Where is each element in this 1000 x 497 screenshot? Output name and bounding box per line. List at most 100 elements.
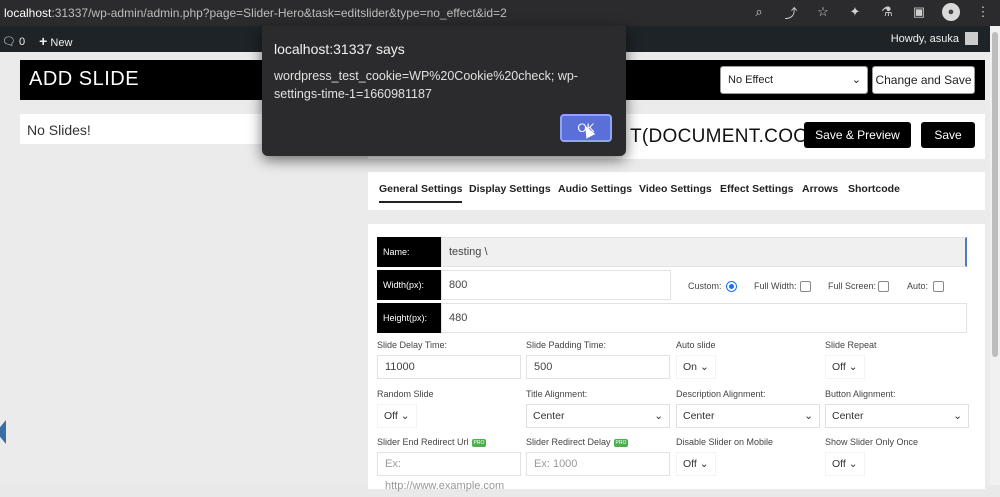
effect-select-value: No Effect xyxy=(728,74,774,86)
dialog-title: localhost:31337 says xyxy=(274,41,405,57)
redirect-delay-placeholder: Ex: 1000 xyxy=(534,458,578,470)
title-alignment-value: Center xyxy=(533,410,565,422)
auto-slide-value: On xyxy=(683,361,698,373)
end-redirect-label-text: Slider End Redirect Url xyxy=(377,437,469,447)
slide-delay-label: Slide Delay Time: xyxy=(377,340,448,350)
custom-radio[interactable] xyxy=(726,281,737,292)
scrollbar-thumb[interactable] xyxy=(992,32,998,357)
width-label: Width(px): xyxy=(377,270,441,300)
end-redirect-label: Slider End Redirect Url PRO xyxy=(377,437,487,447)
slide-repeat-select[interactable]: Off ⌄ xyxy=(825,355,865,379)
plus-icon: + xyxy=(39,33,48,49)
tab-effect-settings[interactable]: Effect Settings xyxy=(720,183,794,195)
pro-badge: PRO xyxy=(471,438,487,447)
chevron-down-icon: ⌄ xyxy=(654,410,663,422)
redirect-delay-label: Slider Redirect Delay PRO xyxy=(526,437,629,447)
redirect-delay-label-text: Slider Redirect Delay xyxy=(526,437,611,447)
address-bar[interactable]: localhost:31337/wp-admin/admin.php?page=… xyxy=(4,6,507,20)
full-screen-checkbox[interactable] xyxy=(878,281,889,292)
button-alignment-label: Button Alignment: xyxy=(825,389,896,399)
button-alignment-select[interactable]: Center ⌄ xyxy=(825,404,969,428)
full-width-checkbox[interactable] xyxy=(800,281,811,292)
disable-mobile-select[interactable]: Off ⌄ xyxy=(676,452,716,476)
zoom-icon[interactable]: ⌕ xyxy=(750,3,768,21)
chevron-down-icon: ⌄ xyxy=(699,458,709,470)
auto-label: Auto: xyxy=(907,281,929,291)
show-once-value: Off xyxy=(832,458,846,470)
browser-toolbar: localhost:31337/wp-admin/admin.php?page=… xyxy=(0,0,1000,26)
title-alignment-label: Title Alignment: xyxy=(526,389,588,399)
profile-icon[interactable]: ● xyxy=(942,3,960,21)
description-alignment-select[interactable]: Center ⌄ xyxy=(676,404,820,428)
tab-display-settings[interactable]: Display Settings xyxy=(469,183,551,195)
url-path: :31337/wp-admin/admin.php?page=Slider-He… xyxy=(51,6,507,20)
comment-icon: 🗨 xyxy=(2,35,16,48)
no-slides-text: No Slides! xyxy=(27,122,91,138)
disable-mobile-value: Off xyxy=(683,458,697,470)
tab-arrows[interactable]: Arrows xyxy=(802,183,838,195)
change-and-save-button[interactable]: Change and Save xyxy=(872,66,975,94)
menu-icon[interactable]: ⋮ xyxy=(974,3,992,21)
chevron-down-icon: ⌄ xyxy=(851,74,861,86)
pro-badge: PRO xyxy=(613,438,629,447)
new-label: New xyxy=(50,37,73,49)
howdy-text: Howdy, asuka xyxy=(890,32,959,45)
alert-dialog: localhost:31337 says wordpress_test_cook… xyxy=(262,26,626,156)
account-menu[interactable]: Howdy, asuka xyxy=(891,32,978,45)
description-alignment-value: Center xyxy=(683,410,715,422)
disable-mobile-label: Disable Slider on Mobile xyxy=(676,437,774,447)
share-icon[interactable]: ⤴ xyxy=(782,3,800,21)
chevron-down-icon: ⌄ xyxy=(699,361,709,373)
chevron-down-icon: ⌄ xyxy=(848,361,858,373)
extensions-icon[interactable]: ✦ xyxy=(846,3,864,21)
show-once-label: Show Slider Only Once xyxy=(825,437,919,447)
tab-general-settings[interactable]: General Settings xyxy=(379,183,463,203)
sidepanel-icon[interactable]: ▣ xyxy=(910,3,928,21)
slide-padding-label: Slide Padding Time: xyxy=(526,340,607,350)
chevron-down-icon: ⌄ xyxy=(953,410,962,422)
dialog-message: wordpress_test_cookie=WP%20Cookie%20chec… xyxy=(274,69,578,101)
slide-repeat-label: Slide Repeat xyxy=(825,340,877,350)
height-input[interactable]: 480 xyxy=(441,303,967,333)
tab-audio-settings[interactable]: Audio Settings xyxy=(558,183,632,195)
save-button[interactable]: Save xyxy=(921,122,975,148)
slide-padding-input[interactable]: 500 xyxy=(526,355,670,379)
auto-slide-label: Auto slide xyxy=(676,340,716,350)
button-alignment-value: Center xyxy=(832,410,864,422)
avatar xyxy=(965,32,978,45)
settings-tabs: General Settings Display Settings Audio … xyxy=(368,172,985,210)
tab-video-settings[interactable]: Video Settings xyxy=(639,183,712,195)
full-screen-label: Full Screen: xyxy=(828,281,877,291)
name-label: Name: xyxy=(377,237,441,267)
comments-count: 0 xyxy=(19,35,26,48)
random-slide-value: Off xyxy=(384,410,398,422)
chevron-down-icon: ⌄ xyxy=(804,410,813,422)
flask-icon[interactable]: ⚗ xyxy=(878,3,896,21)
comments-link[interactable]: 🗨 0 xyxy=(2,35,25,48)
chevron-down-icon: ⌄ xyxy=(400,410,410,422)
auto-checkbox[interactable] xyxy=(933,281,944,292)
tab-shortcode[interactable]: Shortcode xyxy=(848,183,900,195)
width-input[interactable]: 800 xyxy=(441,270,671,300)
end-redirect-placeholder: Ex: http://www.example.com xyxy=(385,458,505,492)
slide-repeat-value: Off xyxy=(832,361,846,373)
random-slide-select[interactable]: Off ⌄ xyxy=(377,404,417,428)
show-once-select[interactable]: Off ⌄ xyxy=(825,452,865,476)
slide-delay-input[interactable]: 11000 xyxy=(377,355,521,379)
chevron-down-icon: ⌄ xyxy=(848,458,858,470)
effect-select[interactable]: No Effect ⌄ xyxy=(720,66,868,94)
page-scrollbar[interactable] xyxy=(990,26,1000,485)
height-label: Height(px): xyxy=(377,303,441,333)
auto-slide-select[interactable]: On ⌄ xyxy=(676,355,716,379)
general-settings-form: Name: testing \ Width(px): 800 Custom: F… xyxy=(368,224,985,492)
star-icon[interactable]: ☆ xyxy=(814,3,832,21)
save-preview-button[interactable]: Save & Preview xyxy=(804,122,911,148)
random-slide-label: Random Slide xyxy=(377,389,434,399)
new-content-link[interactable]: + New xyxy=(39,33,72,49)
full-width-label: Full Width: xyxy=(754,281,797,291)
end-redirect-input[interactable]: Ex: http://www.example.com xyxy=(377,452,521,492)
title-alignment-select[interactable]: Center ⌄ xyxy=(526,404,670,428)
name-input[interactable]: testing \ xyxy=(441,237,967,267)
redirect-delay-input[interactable]: Ex: 1000 xyxy=(526,452,670,476)
custom-label: Custom: xyxy=(688,281,722,291)
